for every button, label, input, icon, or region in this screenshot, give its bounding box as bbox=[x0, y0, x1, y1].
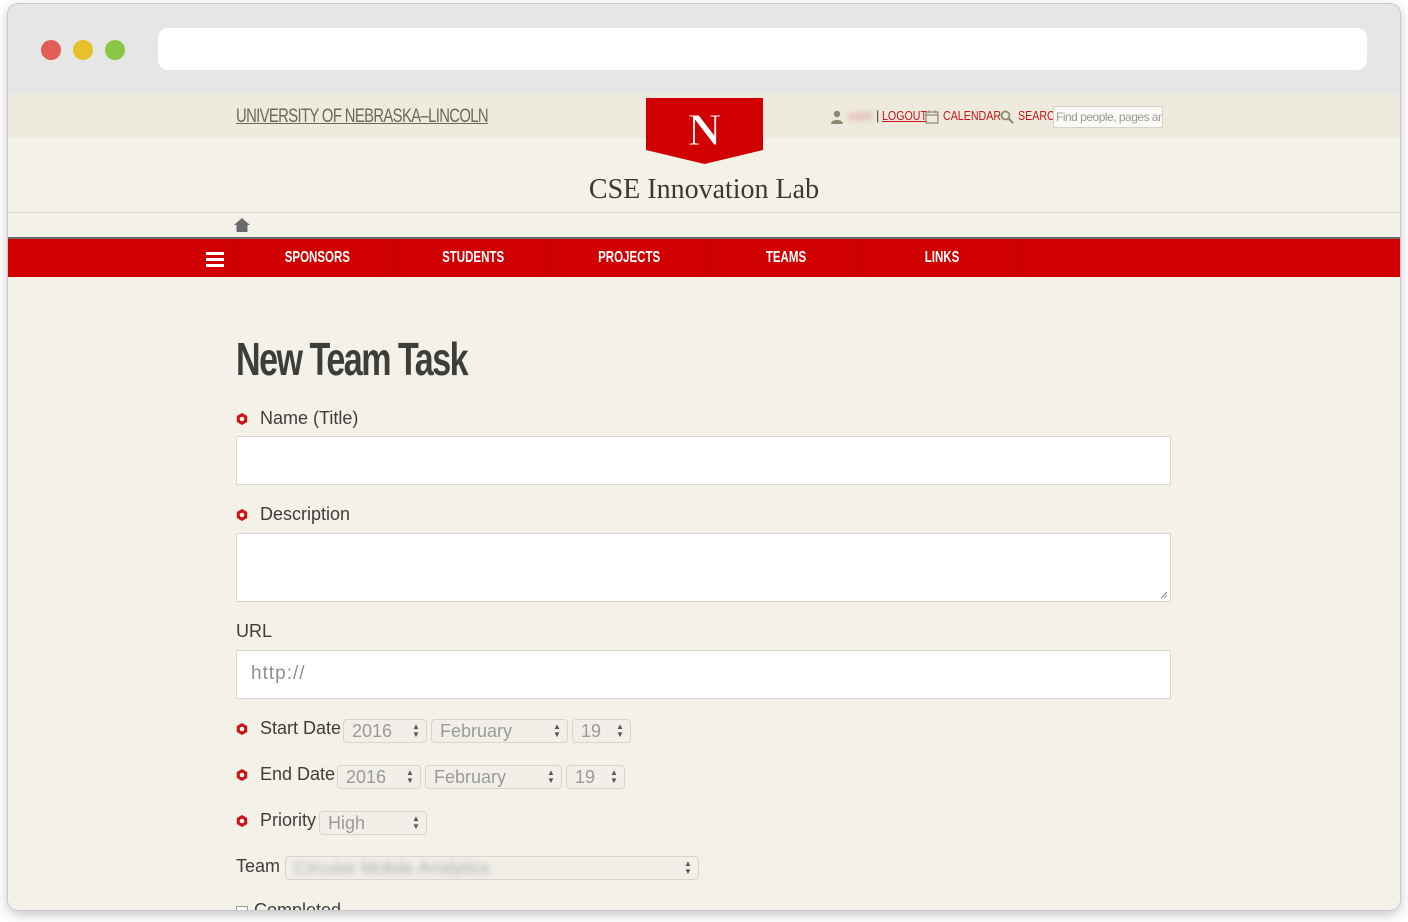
required-icon bbox=[236, 413, 248, 425]
start-year-select[interactable]: 2016 ▲ ▼ bbox=[343, 719, 427, 743]
separator: | bbox=[876, 108, 880, 123]
nav-item-projects[interactable]: PROJECTS bbox=[552, 239, 707, 277]
end-month-value: February bbox=[434, 767, 507, 787]
url-label: URL bbox=[236, 621, 273, 641]
browser-window: UNIVERSITY OF NEBRASKA–LINCOLN N user | … bbox=[8, 4, 1400, 910]
end-day-value: 19 bbox=[575, 767, 596, 787]
nav-item-students[interactable]: STUDENTS bbox=[396, 239, 551, 277]
search-icon bbox=[1000, 110, 1014, 124]
team-label: Team bbox=[236, 856, 281, 876]
updown-arrows-icon: ▲ ▼ bbox=[412, 722, 420, 739]
university-link[interactable]: UNIVERSITY OF NEBRASKA–LINCOLN bbox=[236, 106, 489, 128]
start-day-value: 19 bbox=[581, 721, 602, 741]
team-value: Circular Mobile Analytics bbox=[294, 858, 491, 878]
close-window-button[interactable] bbox=[41, 40, 61, 60]
description-label: Description bbox=[260, 504, 351, 524]
updown-arrows-icon: ▲ ▼ bbox=[616, 722, 624, 739]
main-navigation: SPONSORS STUDENTS PROJECTS TEAMS LINKS bbox=[8, 239, 1400, 277]
user-name: user bbox=[848, 108, 874, 123]
required-icon bbox=[236, 723, 248, 735]
url-placeholder: http:// bbox=[251, 663, 306, 684]
nav-item-label: LINKS bbox=[924, 249, 959, 266]
web-page: UNIVERSITY OF NEBRASKA–LINCOLN N user | … bbox=[8, 94, 1400, 910]
end-year-select[interactable]: 2016 ▲ ▼ bbox=[337, 765, 421, 789]
end-month-select[interactable]: February ▲ ▼ bbox=[425, 765, 562, 789]
logout-link[interactable]: LOGOUT bbox=[882, 108, 927, 123]
minimize-window-button[interactable] bbox=[73, 40, 93, 60]
maximize-window-button[interactable] bbox=[105, 40, 125, 60]
updown-arrows-icon: ▲ ▼ bbox=[547, 768, 555, 785]
nav-separator bbox=[234, 239, 235, 277]
description-textarea[interactable] bbox=[236, 533, 1171, 602]
name-label: Name (Title) bbox=[260, 408, 359, 428]
priority-label: Priority bbox=[260, 810, 317, 830]
resize-handle-icon[interactable] bbox=[1160, 591, 1168, 599]
page-title: New Team Task bbox=[236, 333, 469, 385]
nav-item-label: SPONSORS bbox=[284, 249, 351, 266]
required-icon bbox=[236, 815, 248, 827]
calendar-link[interactable]: CALENDAR bbox=[943, 108, 1001, 123]
nav-item-teams[interactable]: TEAMS bbox=[708, 239, 863, 277]
required-icon bbox=[236, 509, 248, 521]
nav-item-label: PROJECTS bbox=[598, 249, 661, 266]
updown-arrows-icon: ▲ ▼ bbox=[610, 768, 618, 785]
end-day-select[interactable]: 19 ▲ ▼ bbox=[566, 765, 625, 789]
browser-titlebar bbox=[8, 4, 1400, 94]
name-input[interactable] bbox=[236, 436, 1171, 485]
completed-label: Completed bbox=[254, 900, 342, 910]
divider bbox=[8, 212, 1400, 213]
start-month-select[interactable]: February ▲ ▼ bbox=[431, 719, 568, 743]
team-select[interactable]: Circular Mobile Analytics ▲ ▼ bbox=[285, 856, 699, 880]
nav-item-label: STUDENTS bbox=[442, 249, 505, 266]
calendar-icon bbox=[925, 110, 939, 124]
required-icon bbox=[236, 769, 248, 781]
end-date-label: End Date bbox=[260, 764, 336, 784]
start-day-select[interactable]: 19 ▲ ▼ bbox=[572, 719, 631, 743]
updown-arrows-icon: ▲ ▼ bbox=[406, 768, 414, 785]
home-icon[interactable] bbox=[234, 218, 250, 232]
start-date-label: Start Date bbox=[260, 718, 342, 738]
unl-logo[interactable]: N bbox=[646, 98, 763, 164]
logo-letter: N bbox=[688, 104, 721, 155]
nav-separator bbox=[1019, 239, 1020, 277]
url-input[interactable]: http:// bbox=[236, 650, 1171, 699]
nav-item-links[interactable]: LINKS bbox=[864, 239, 1019, 277]
nav-item-label: TEAMS bbox=[765, 249, 806, 266]
updown-arrows-icon: ▲ ▼ bbox=[684, 859, 692, 876]
priority-value: High bbox=[328, 813, 366, 833]
menu-button[interactable] bbox=[196, 239, 234, 277]
nav-item-sponsors[interactable]: SPONSORS bbox=[240, 239, 395, 277]
address-bar[interactable] bbox=[158, 28, 1367, 70]
end-year-value: 2016 bbox=[346, 767, 387, 787]
completed-checkbox[interactable] bbox=[236, 906, 248, 910]
start-year-value: 2016 bbox=[352, 721, 393, 741]
site-title[interactable]: CSE Innovation Lab bbox=[8, 174, 1400, 206]
search-input[interactable]: Find people, pages and thi bbox=[1053, 106, 1163, 128]
start-month-value: February bbox=[440, 721, 513, 741]
updown-arrows-icon: ▲ ▼ bbox=[412, 814, 420, 831]
user-icon bbox=[831, 110, 843, 124]
updown-arrows-icon: ▲ ▼ bbox=[553, 722, 561, 739]
priority-select[interactable]: High ▲ ▼ bbox=[319, 811, 427, 835]
